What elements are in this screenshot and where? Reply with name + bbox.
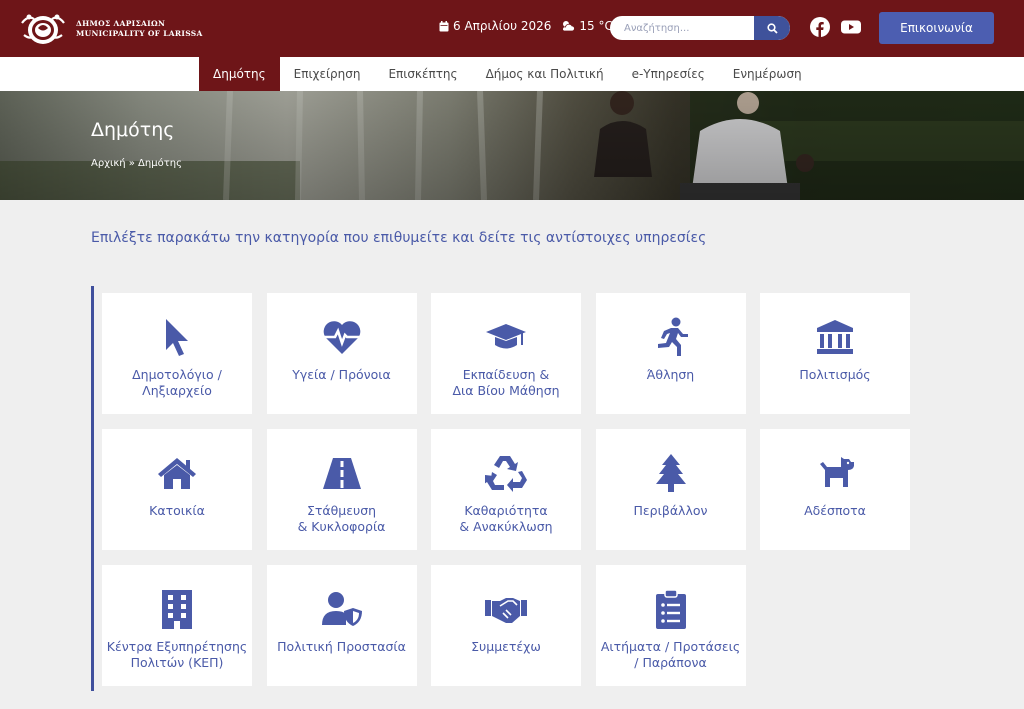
cloud-sun-icon: [562, 21, 576, 32]
main-nav: Δημότης Επιχείρηση Επισκέπτης Δήμος και …: [0, 57, 1024, 91]
category-label: Πολιτική Προστασία: [277, 639, 406, 654]
category-card-kep[interactable]: Κέντρα Εξυπηρέτησης Πολιτών (ΚΕΠ): [102, 565, 252, 686]
category-label: Αιτήματα / Προτάσεις / Παράπονα: [600, 639, 741, 670]
user-shield-icon: [321, 592, 362, 626]
temperature: 15 °C: [579, 19, 613, 33]
logo-title-english: MUNICIPALITY OF LARISSA: [76, 29, 203, 38]
top-header: ΔΗΜΟΣ ΛΑΡΙΣΑΙΩΝ MUNICIPALITY OF LARISSA …: [0, 0, 1024, 57]
nav-item-news[interactable]: Ενημέρωση: [719, 57, 816, 91]
category-card-housing[interactable]: Κατοικία: [102, 429, 252, 550]
category-label: Περιβάλλον: [633, 503, 708, 518]
search-button[interactable]: [754, 16, 790, 40]
category-card-education[interactable]: Εκπαίδευση & Δια Βίου Μάθηση: [431, 293, 581, 414]
category-label: Κατοικία: [149, 503, 205, 518]
category-card-participate[interactable]: Συμμετέχω: [431, 565, 581, 686]
youtube-icon[interactable]: [840, 17, 862, 37]
heartbeat-icon: [323, 321, 360, 354]
category-card-requests-complaints[interactable]: Αιτήματα / Προτάσεις / Παράπονα: [595, 565, 746, 686]
page-title: Δημότης: [91, 119, 175, 141]
category-card-civil-protection[interactable]: Πολιτική Προστασία: [266, 565, 417, 686]
category-label: Συμμετέχω: [471, 639, 541, 654]
search-icon: [766, 22, 778, 34]
category-card-cleaning-recycling[interactable]: Καθαριότητα & Ανακύκλωση: [431, 429, 581, 550]
category-label: Στάθμευση & Κυκλοφορία: [297, 503, 386, 534]
category-card-stray-animals[interactable]: Αδέσποτα: [760, 429, 910, 550]
calendar-icon: [439, 20, 449, 31]
municipality-logo[interactable]: ΔΗΜΟΣ ΛΑΡΙΣΑΙΩΝ MUNICIPALITY OF LARISSA: [18, 11, 203, 47]
dog-icon: [820, 457, 854, 487]
nav-item-citizen[interactable]: Δημότης: [199, 57, 280, 91]
facebook-icon[interactable]: [810, 17, 830, 37]
road-icon: [322, 458, 361, 489]
museum-icon: [817, 320, 853, 354]
handshake-icon: [485, 598, 527, 623]
nav-item-visitor[interactable]: Επισκέπτης: [374, 57, 471, 91]
tree-icon: [655, 454, 686, 492]
nav-item-municipality-politics[interactable]: Δήμος και Πολιτική: [472, 57, 618, 91]
emblem-icon: [21, 14, 65, 44]
nav-item-business[interactable]: Επιχείρηση: [280, 57, 375, 91]
breadcrumb[interactable]: Αρχική » Δημότης: [91, 158, 182, 169]
cursor-icon: [166, 319, 188, 356]
category-label: Δημοτολόγιο / Ληξιαρχείο: [132, 367, 222, 398]
search-bar: [610, 16, 790, 40]
category-label: Καθαριότητα & Ανακύκλωση: [459, 503, 553, 534]
building-icon: [162, 590, 192, 629]
running-icon: [657, 317, 688, 356]
category-label: Αδέσποτα: [804, 503, 866, 518]
category-card-parking-traffic[interactable]: Στάθμευση & Κυκλοφορία: [266, 429, 417, 550]
contact-button[interactable]: Επικοινωνία: [879, 12, 994, 44]
category-label: Υγεία / Πρόνοια: [292, 367, 391, 382]
date-weather: 6 Απριλίου 2026 15 °C: [439, 19, 613, 33]
social-links: [810, 17, 862, 37]
recycle-icon: [485, 456, 527, 492]
category-label: Εκπαίδευση & Δια Βίου Μάθηση: [452, 367, 560, 398]
logo-title-greek: ΔΗΜΟΣ ΛΑΡΙΣΑΙΩΝ: [76, 19, 166, 28]
graduation-cap-icon: [486, 324, 526, 349]
category-card-registry[interactable]: Δημοτολόγιο / Ληξιαρχείο: [102, 293, 252, 414]
category-label: Κέντρα Εξυπηρέτησης Πολιτών (ΚΕΠ): [106, 639, 248, 670]
category-card-culture[interactable]: Πολιτισμός: [760, 293, 910, 414]
clipboard-list-icon: [655, 589, 686, 629]
category-card-sports[interactable]: Άθληση: [595, 293, 746, 414]
category-card-health-welfare[interactable]: Υγεία / Πρόνοια: [266, 293, 417, 414]
hero-background-image: [0, 91, 1024, 200]
category-grid: Δημοτολόγιο / Ληξιαρχείο Υγεία / Πρόνοια…: [102, 293, 910, 686]
intro-text: Επιλέξτε παρακάτω την κατηγορία που επιθ…: [91, 230, 707, 246]
category-label: Πολιτισμός: [799, 367, 871, 382]
search-input[interactable]: [610, 16, 754, 40]
category-label: Άθληση: [646, 367, 695, 382]
home-icon: [158, 458, 196, 489]
category-card-environment[interactable]: Περιβάλλον: [595, 429, 746, 550]
current-date: 6 Απριλίου 2026: [453, 19, 552, 33]
hero-banner: Δημότης Αρχική » Δημότης: [0, 91, 1024, 200]
accent-bar: [91, 286, 94, 691]
nav-item-e-services[interactable]: e-Υπηρεσίες: [618, 57, 719, 91]
